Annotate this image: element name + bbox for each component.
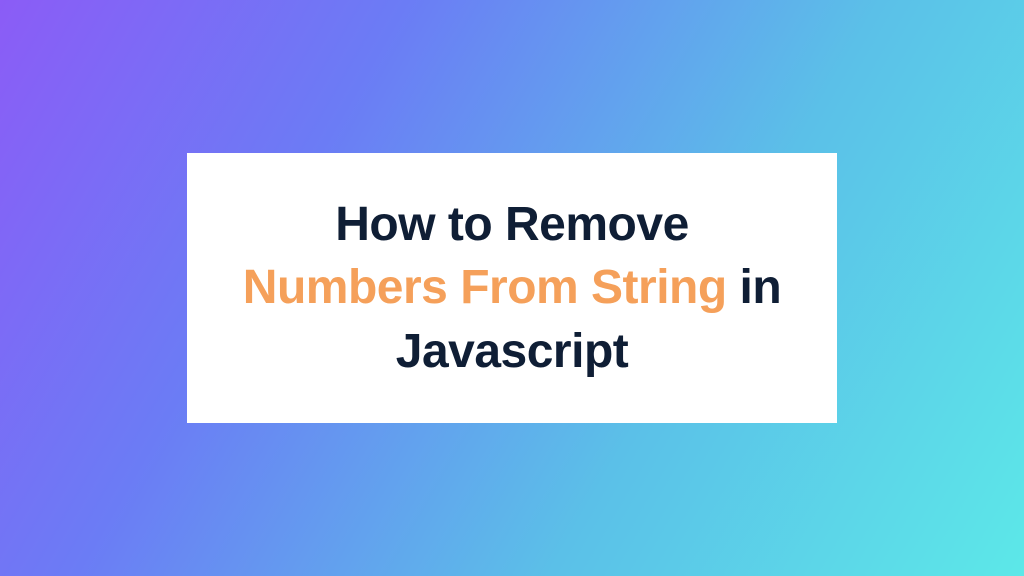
title-card: How to Remove Numbers From String in Jav… bbox=[187, 153, 837, 423]
title-part-1: How to Remove bbox=[335, 198, 689, 251]
title-highlight: Numbers From String bbox=[243, 261, 727, 314]
page-title: How to Remove Numbers From String in Jav… bbox=[231, 193, 793, 383]
